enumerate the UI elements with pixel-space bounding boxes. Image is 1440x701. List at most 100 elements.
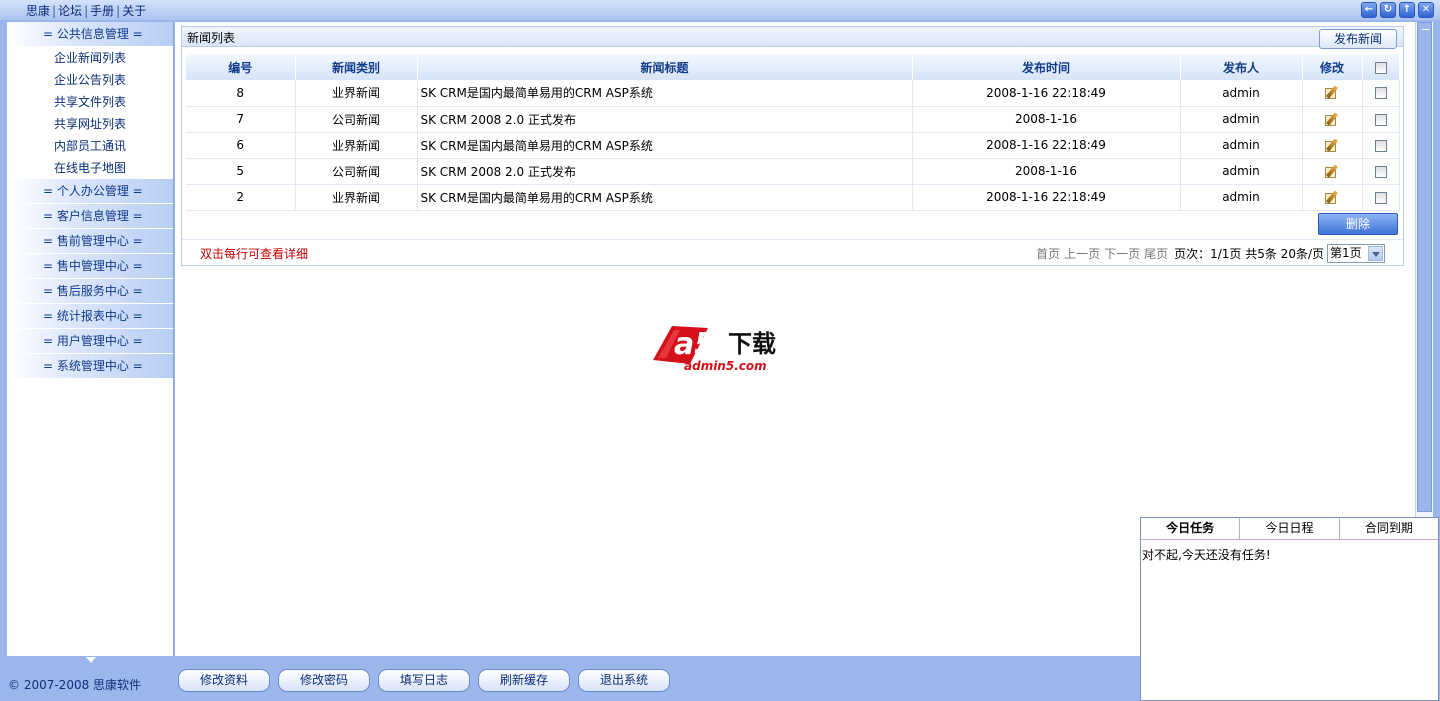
table-header-row: 编号 新闻类别 新闻标题 发布时间 发布人 修改 — [186, 54, 1400, 80]
cell-select — [1362, 132, 1400, 159]
pagination: 首页 上一页 下一页 尾页 页次：1/1页 共5条 20条/页 第1页 — [1036, 244, 1385, 263]
column-header-time[interactable]: 发布时间 — [912, 54, 1181, 80]
news-table: 编号 新闻类别 新闻标题 发布时间 发布人 修改 8 业界新闻 SK CRM是国… — [186, 54, 1400, 211]
sidebar-item-online-map[interactable]: 在线电子地图 — [7, 157, 173, 179]
pager-next[interactable]: 下一页 — [1104, 245, 1140, 262]
nav-separator: | — [116, 4, 121, 18]
nav-link-sikang[interactable]: 思康 — [26, 4, 50, 18]
sidebar-group-aftersales[interactable]: = 售后服务中心 = — [7, 279, 173, 304]
column-header-title[interactable]: 新闻标题 — [417, 54, 913, 80]
cell-author: admin — [1180, 106, 1303, 133]
divider — [182, 239, 1403, 240]
sidebar-item-shared-files[interactable]: 共享文件列表 — [7, 91, 173, 113]
column-header-edit: 修改 — [1302, 54, 1363, 80]
logo-a5-letters: a5 — [674, 327, 715, 362]
tab-contract-expiry[interactable]: 合同到期 — [1339, 518, 1438, 539]
a5-logo: a5 下载 admin5.com — [653, 326, 776, 373]
change-password-button[interactable]: 修改密码 — [278, 669, 370, 692]
table-row[interactable]: 8 业界新闻 SK CRM是国内最简单易用的CRM ASP系统 2008-1-1… — [186, 80, 1400, 107]
column-header-author[interactable]: 发布人 — [1180, 54, 1303, 80]
sidebar-item-staff-directory[interactable]: 内部员工通讯 — [7, 135, 173, 157]
cell-select — [1362, 184, 1400, 211]
pager-first[interactable]: 首页 — [1036, 245, 1060, 262]
publish-news-button[interactable]: 发布新闻 — [1319, 29, 1397, 49]
page-select[interactable]: 第1页 — [1327, 244, 1385, 263]
table-row[interactable]: 2 业界新闻 SK CRM是国内最简单易用的CRM ASP系统 2008-1-1… — [186, 184, 1400, 211]
nav-link-about[interactable]: 关于 — [122, 4, 146, 18]
sidebar-group-reports[interactable]: = 统计报表中心 = — [7, 304, 173, 329]
row-checkbox[interactable] — [1374, 191, 1387, 204]
sidebar-group-sales[interactable]: = 售中管理中心 = — [7, 254, 173, 279]
nav-link-forum[interactable]: 论坛 — [58, 4, 82, 18]
edit-icon[interactable] — [1324, 137, 1340, 153]
row-checkbox[interactable] — [1374, 165, 1387, 178]
cell-edit — [1302, 80, 1363, 107]
logo-url-text: admin5.com — [684, 359, 767, 373]
sidebar-group-personal-office[interactable]: = 个人办公管理 = — [7, 179, 173, 204]
cell-title: SK CRM是国内最简单易用的CRM ASP系统 — [417, 184, 913, 211]
close-icon[interactable]: ✕ — [1418, 2, 1434, 18]
edit-icon[interactable] — [1324, 111, 1340, 127]
cell-title: SK CRM 2008 2.0 正式发布 — [417, 158, 913, 185]
cell-edit — [1302, 132, 1363, 159]
row-checkbox[interactable] — [1374, 87, 1387, 100]
sidebar-item-company-notices[interactable]: 企业公告列表 — [7, 69, 173, 91]
nav-separator: | — [52, 4, 57, 18]
cell-id: 2 — [186, 184, 296, 211]
sidebar-item-shared-urls[interactable]: 共享网址列表 — [7, 113, 173, 135]
refresh-cache-button[interactable]: 刷新缓存 — [478, 669, 570, 692]
cell-title: SK CRM是国内最简单易用的CRM ASP系统 — [417, 132, 913, 159]
cell-edit — [1302, 184, 1363, 211]
table-row[interactable]: 5 公司新闻 SK CRM 2008 2.0 正式发布 2008-1-16 ad… — [186, 158, 1400, 185]
select-all-checkbox[interactable] — [1374, 61, 1387, 74]
edit-icon[interactable] — [1324, 85, 1340, 100]
edit-icon[interactable] — [1324, 163, 1340, 179]
sidebar-group-presales[interactable]: = 售前管理中心 = — [7, 229, 173, 254]
nav-link-manual[interactable]: 手册 — [90, 4, 114, 18]
pager-prev[interactable]: 上一页 — [1064, 245, 1100, 262]
sidebar-group-system[interactable]: = 系统管理中心 = — [7, 354, 173, 379]
table-row[interactable]: 6 业界新闻 SK CRM是国内最简单易用的CRM ASP系统 2008-1-1… — [186, 132, 1400, 159]
tab-today-schedule[interactable]: 今日日程 — [1240, 518, 1340, 539]
cell-time: 2008-1-16 — [912, 106, 1181, 133]
cell-select — [1362, 80, 1400, 107]
pager-last[interactable]: 尾页 — [1144, 245, 1168, 262]
delete-button[interactable]: 删除 — [1318, 213, 1398, 235]
edit-profile-button[interactable]: 修改资料 — [178, 669, 270, 692]
cell-edit — [1302, 158, 1363, 185]
row-checkbox[interactable] — [1374, 113, 1387, 126]
cell-category: 业界新闻 — [295, 80, 418, 107]
table-row[interactable]: 7 公司新闻 SK CRM 2008 2.0 正式发布 2008-1-16 ad… — [186, 106, 1400, 133]
cell-category: 公司新闻 — [295, 158, 418, 185]
logout-button[interactable]: 退出系统 — [578, 669, 670, 692]
select-all-cell — [1362, 54, 1400, 80]
column-header-id[interactable]: 编号 — [186, 54, 296, 80]
scrollbar-thumb[interactable] — [1417, 22, 1432, 512]
sidebar-item-company-news[interactable]: 企业新闻列表 — [7, 47, 173, 69]
pager-info: 页次：1/1页 共5条 20条/页 — [1174, 247, 1324, 261]
back-icon[interactable]: ← — [1361, 2, 1377, 18]
row-checkbox[interactable] — [1374, 139, 1387, 152]
cell-time: 2008-1-16 22:18:49 — [912, 184, 1181, 211]
tab-today-tasks[interactable]: 今日任务 — [1141, 518, 1241, 539]
copyright: © 2007-2008 思康软件 — [8, 678, 142, 692]
sidebar-group-public-info[interactable]: = 公共信息管理 = — [7, 22, 173, 47]
cell-id: 6 — [186, 132, 296, 159]
cell-author: admin — [1180, 132, 1303, 159]
window-controls: ← ↻ ↑ ✕ — [1361, 2, 1434, 18]
cell-id: 8 — [186, 80, 296, 107]
panel-header: 新闻列表 发布新闻 — [182, 27, 1403, 49]
sidebar-group-customer-info[interactable]: = 客户信息管理 = — [7, 204, 173, 229]
write-log-button[interactable]: 填写日志 — [378, 669, 470, 692]
task-tabs: 今日任务 今日日程 合同到期 — [1141, 518, 1438, 540]
chevron-down-icon — [1368, 246, 1383, 261]
sidebar-collapse-icon[interactable] — [86, 657, 96, 663]
sidebar-group-users[interactable]: = 用户管理中心 = — [7, 329, 173, 354]
refresh-icon[interactable]: ↻ — [1380, 2, 1396, 18]
edit-icon[interactable] — [1324, 189, 1340, 205]
cell-time: 2008-1-16 — [912, 158, 1181, 185]
up-icon[interactable]: ↑ — [1399, 2, 1415, 18]
logo-download-text: 下载 — [728, 330, 776, 358]
column-header-category[interactable]: 新闻类别 — [295, 54, 418, 80]
top-nav: 思康 | 论坛 | 手册 | 关于 — [26, 2, 146, 19]
